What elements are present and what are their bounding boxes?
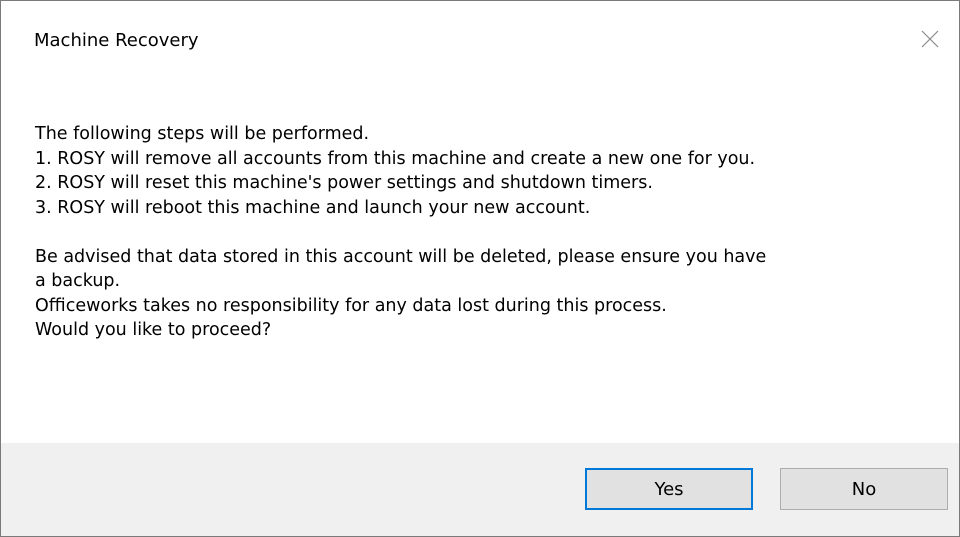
message-question: Would you like to proceed? [35, 320, 272, 340]
message-step-3: 3. ROSY will reboot this machine and lau… [35, 197, 591, 218]
close-icon [921, 30, 939, 48]
yes-button[interactable]: Yes [585, 468, 753, 510]
title-bar: Machine Recovery [1, 1, 959, 81]
message-step-1: 1. ROSY will remove all accounts from th… [35, 148, 756, 169]
no-button[interactable]: No [780, 468, 948, 510]
message-intro: The following steps will be performed. [35, 124, 370, 144]
message-warning-line-2: a backup. [35, 271, 121, 291]
message-body: The following steps will be performed. 1… [35, 122, 935, 343]
message-disclaimer: Officeworks takes no responsibility for … [35, 295, 667, 316]
message-warning-line-1: Be advised that data stored in this acco… [35, 246, 767, 267]
button-bar: Yes No [1, 443, 959, 536]
dialog-window: Machine Recovery The following steps wil… [0, 0, 960, 537]
close-button[interactable] [901, 1, 959, 77]
dialog-title: Machine Recovery [34, 30, 199, 51]
message-step-2: 2. ROSY will reset this machine's power … [35, 173, 653, 193]
